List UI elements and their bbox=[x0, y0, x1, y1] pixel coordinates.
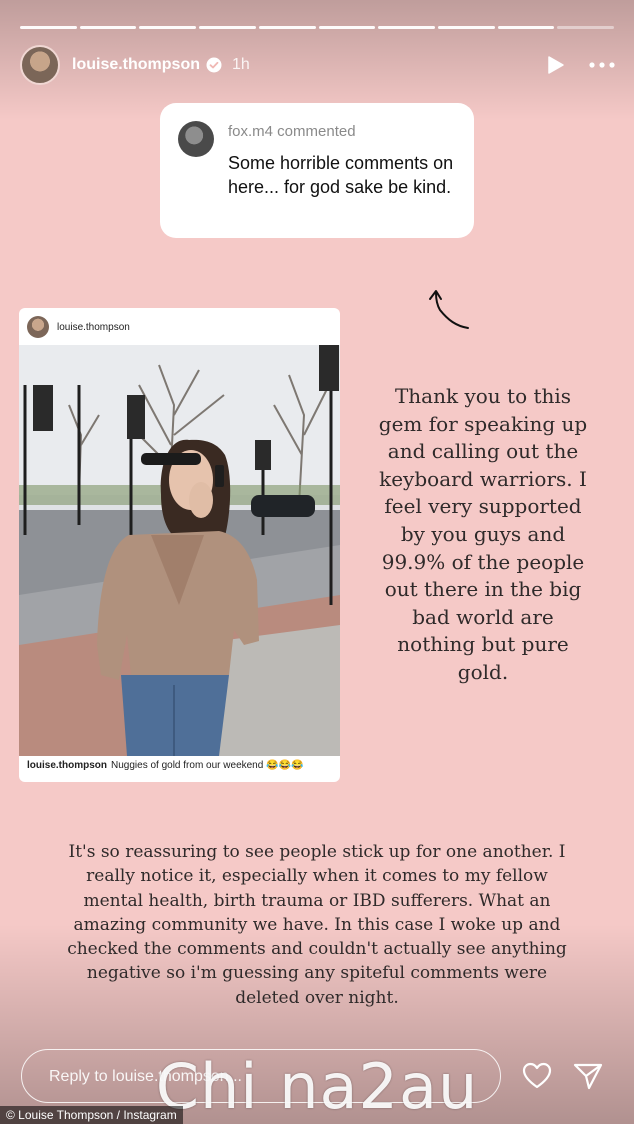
shared-post-card[interactable]: louise.thompson louise.thompson Nuggies … bbox=[19, 308, 340, 782]
story-progress-bar bbox=[20, 26, 615, 29]
play-icon[interactable] bbox=[544, 54, 566, 76]
progress-segment bbox=[378, 26, 435, 29]
story-text-reassuring: It's so reassuring to see people stick u… bbox=[67, 842, 567, 1008]
send-icon[interactable] bbox=[572, 1060, 604, 1092]
hand-drawn-arrow-icon bbox=[429, 290, 469, 329]
username[interactable]: louise.thompson bbox=[72, 56, 200, 74]
profile-avatar[interactable] bbox=[20, 45, 60, 85]
progress-segment bbox=[20, 26, 77, 29]
post-header: louise.thompson bbox=[27, 316, 130, 338]
post-avatar bbox=[27, 316, 49, 338]
story-text-thank-you: Thank you to this gem for speaking up an… bbox=[378, 384, 588, 684]
progress-segment bbox=[258, 26, 316, 29]
instagram-story: louise.thompson 1h fox.m4 commented Some… bbox=[0, 0, 634, 1124]
post-time: 1h bbox=[232, 56, 250, 73]
caption-text: Nuggies of gold from our weekend 😂😂😂 bbox=[111, 760, 304, 771]
photo-credit: © Louise Thompson / Instagram bbox=[0, 1106, 183, 1124]
progress-segment bbox=[79, 26, 137, 29]
reply-input[interactable]: Reply to louise.thompson... bbox=[21, 1049, 501, 1103]
comment-meta: fox.m4 commented bbox=[228, 123, 356, 140]
progress-segment bbox=[437, 26, 495, 29]
post-caption: louise.thompson Nuggies of gold from our … bbox=[27, 760, 303, 771]
comment-sticker[interactable]: fox.m4 commented Some horrible comments … bbox=[160, 103, 474, 238]
heart-icon[interactable] bbox=[521, 1060, 553, 1092]
reply-placeholder: Reply to louise.thompson... bbox=[49, 1068, 242, 1085]
more-options-icon[interactable] bbox=[588, 54, 616, 76]
post-photo bbox=[19, 345, 340, 756]
comment-text: Some horrible comments on here... for go… bbox=[228, 153, 454, 197]
verified-badge-icon bbox=[206, 57, 222, 73]
progress-segment bbox=[318, 26, 376, 29]
progress-segment bbox=[199, 26, 256, 29]
story-header: louise.thompson 1h bbox=[20, 44, 616, 86]
progress-segment bbox=[557, 26, 615, 29]
caption-username: louise.thompson bbox=[27, 760, 107, 771]
commenter-avatar bbox=[178, 121, 214, 157]
progress-segment bbox=[497, 26, 555, 29]
post-username: louise.thompson bbox=[57, 321, 130, 333]
progress-segment bbox=[139, 26, 197, 29]
